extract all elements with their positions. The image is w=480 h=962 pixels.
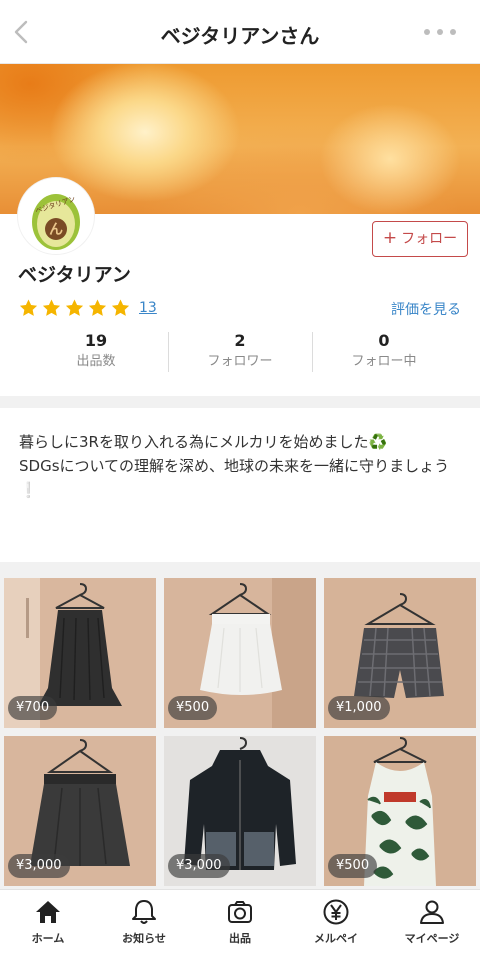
tab-label: マイページ [404,932,460,945]
exclamation-emoji: ❕ [19,481,38,499]
tab-merpay[interactable]: メルペイ [288,890,384,962]
stat-following[interactable]: 0 フォロー中 [312,330,456,374]
page-title: ベジタリアンさん [160,24,320,48]
profile-stats: 19 出品数 2 フォロワー 0 フォロー中 [24,330,456,374]
stat-value: 2 [234,331,246,350]
back-chevron-icon[interactable] [8,18,36,46]
tab-mypage[interactable]: マイページ [384,890,480,962]
stat-label: フォロワー [207,354,273,369]
price-badge: ¥500 [168,696,218,720]
tab-label: お知らせ [122,932,166,945]
tab-label: ホーム [31,932,65,945]
star-icon [42,299,61,316]
bio-line-1: 暮らしに3Rを取り入れる為にメルカリを始めました [19,433,369,451]
item-card[interactable]: ¥1,000 [324,578,476,728]
price-badge: ¥700 [8,696,58,720]
stat-value: 19 [84,331,108,350]
item-card[interactable]: ¥700 [4,578,156,728]
home-icon [36,901,60,923]
user-name: ベジタリアン [18,264,131,286]
camera-icon [228,901,252,923]
tab-notifications[interactable]: お知らせ [96,890,192,962]
price-badge: ¥500 [328,854,378,878]
price-badge: ¥3,000 [8,854,70,878]
bottom-tab-bar: ホーム お知らせ 出品 メルペイ マイページ [0,889,480,962]
stat-value: 0 [378,331,390,350]
avatar-seed-glyph: ん [49,222,63,238]
tab-label: 出品 [229,932,251,945]
item-grid: ¥700 ¥500 ¥1,000 ¥3,000 ¥3,000 ¥500 [0,574,480,889]
follow-label: フォロー [401,231,458,247]
item-card[interactable]: ¥3,000 [4,736,156,886]
bell-icon [132,900,156,924]
item-card[interactable]: ¥3,000 [164,736,316,886]
stat-listings[interactable]: 19 出品数 [24,330,168,374]
yen-circle-icon [323,899,349,925]
tab-home[interactable]: ホーム [0,890,96,962]
star-icon [111,299,130,316]
avatar[interactable]: ん ベジタリアン [18,178,94,254]
follow-button[interactable]: + フォロー [372,221,468,257]
item-card[interactable]: ¥500 [324,736,476,886]
star-icon [19,299,38,316]
person-icon [420,900,444,924]
top-nav-bar: ベジタリアンさん [0,0,480,64]
stat-followers[interactable]: 2 フォロワー [168,330,312,374]
section-divider [0,562,480,574]
item-card[interactable]: ¥500 [164,578,316,728]
profile-bio: 暮らしに3Rを取り入れる為にメルカリを始めました♻️ SDGsについての理解を深… [19,430,463,502]
stat-label: 出品数 [76,354,116,369]
recycle-emoji: ♻️ [368,433,388,451]
star-icon [65,299,84,316]
see-reviews-link[interactable]: 評価を見る [391,299,461,319]
plus-icon: + [382,228,398,248]
bio-line-2: SDGsについての理解を深め、地球の未来を一緒に守りましょう [19,457,450,475]
tab-label: メルペイ [314,932,358,945]
tab-sell[interactable]: 出品 [192,890,288,962]
more-options-icon[interactable] [422,22,458,42]
star-icon [88,299,107,316]
rating-stars: 13 [18,298,157,318]
price-badge: ¥3,000 [168,854,230,878]
stat-label: フォロー中 [351,354,417,369]
section-divider [0,396,480,408]
price-badge: ¥1,000 [328,696,390,720]
review-count-link[interactable]: 13 [139,300,157,316]
